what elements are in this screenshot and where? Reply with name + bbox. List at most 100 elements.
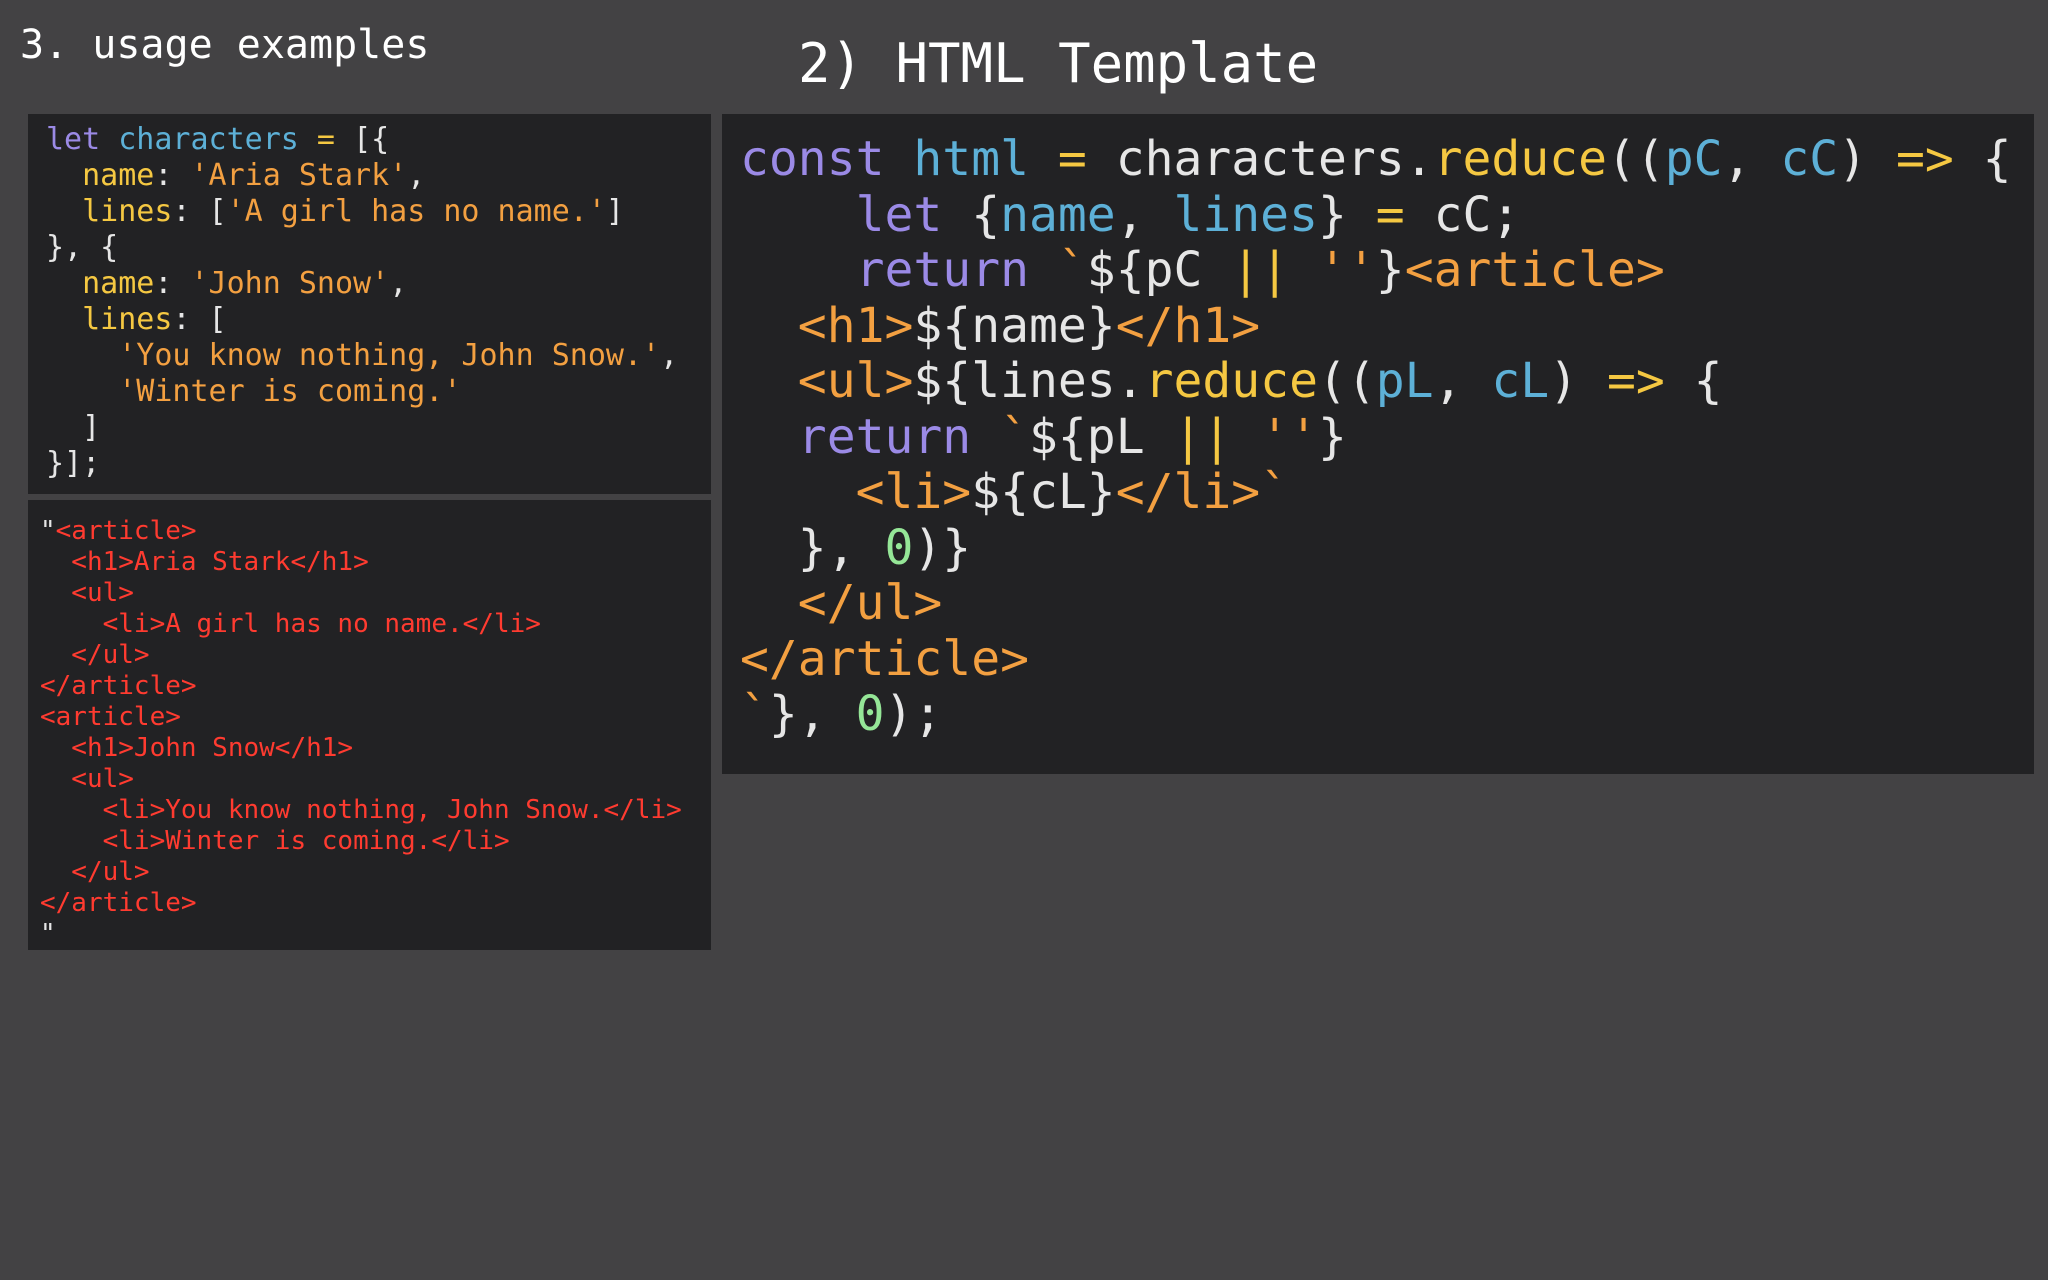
code-token: } — [1317, 186, 1376, 243]
code-token: </ul> — [40, 857, 150, 887]
code-token: 'You know nothing, John Snow.' — [46, 338, 661, 373]
code-token: }, — [740, 519, 885, 576]
code-token: ` — [740, 686, 769, 742]
code-token: }]; — [46, 446, 101, 481]
code-token: name — [46, 266, 155, 301]
code-token: , — [1433, 353, 1492, 409]
code-token: <h1>John Snow</h1> — [40, 733, 354, 763]
code-line: let {name, lines} = cC; — [740, 186, 2034, 244]
code-line: <li>You know nothing, John Snow.</li> — [40, 795, 711, 826]
code-token: cL — [1491, 353, 1550, 409]
code-token: : — [154, 266, 191, 301]
code-line: </ul> — [40, 640, 711, 671]
code-token: = — [1028, 131, 1116, 187]
code-line: </article> — [40, 888, 711, 919]
code-token: let — [46, 122, 119, 157]
code-token: return — [740, 408, 1001, 465]
code-token: ` — [1057, 242, 1087, 298]
code-line: <li>A girl has no name.</li> — [40, 609, 711, 640]
code-token: : [ — [172, 302, 227, 337]
code-line: lines: [ — [46, 302, 711, 338]
code-token: </ul> — [40, 640, 150, 670]
code-token: <h1>Aria Stark</h1> — [40, 547, 369, 577]
code-token: 'John Snow' — [190, 266, 390, 301]
code-line: <ul> — [40, 764, 711, 795]
code-token: </article> — [740, 630, 1029, 687]
code-token: let — [740, 186, 972, 243]
code-token: , — [389, 266, 408, 301]
code-line: " — [40, 919, 711, 950]
code-token: <li>A girl has no name.</li> — [40, 609, 541, 639]
code-token: cC; — [1404, 186, 1521, 243]
code-token: => — [1895, 131, 1954, 187]
code-line: `}, 0); — [740, 686, 2034, 743]
code-token: { — [971, 186, 1001, 243]
code-line: lines: ['A girl has no name.'] — [46, 194, 711, 230]
code-token: ) — [1838, 131, 1896, 187]
output-code-panel: "<article> <h1>Aria Stark</h1> <ul> <li>… — [28, 500, 711, 950]
code-line: <article> — [40, 702, 711, 733]
code-line: </article> — [740, 630, 2034, 688]
code-token: ${pC — [1086, 242, 1232, 298]
html-template-heading: 2) HTML Template — [798, 32, 1319, 95]
code-line: <h1>Aria Stark</h1> — [40, 547, 711, 578]
code-token: '' — [1260, 408, 1318, 465]
code-token: html — [913, 131, 1029, 187]
code-token: = — [298, 122, 354, 157]
code-token: ${pL — [1029, 408, 1174, 465]
code-token: } — [1375, 242, 1405, 298]
code-token: = — [1375, 186, 1405, 243]
code-token: 'Winter is coming.' — [46, 374, 462, 409]
code-token: )} — [913, 519, 972, 576]
code-line: let characters = [{ — [46, 122, 711, 158]
code-token: cC — [1780, 131, 1839, 187]
code-line: <ul>${lines.reduce((pL, cL) => { — [740, 353, 2034, 410]
code-token: </article> — [40, 671, 197, 701]
code-token: <article> — [55, 516, 197, 546]
code-token: '' — [1318, 242, 1376, 298]
code-token: <li>You know nothing, John Snow.</li> — [40, 795, 682, 825]
code-line: ] — [46, 410, 711, 446]
code-token: <li> — [740, 464, 972, 520]
code-token: " — [40, 919, 56, 949]
code-token: } — [1318, 408, 1347, 465]
code-token: , — [1115, 186, 1174, 243]
code-token: </li>` — [1115, 464, 1290, 520]
code-token: ${cL} — [971, 464, 1116, 520]
code-token: lines — [46, 194, 173, 229]
code-token: , — [660, 338, 679, 373]
code-line: return `${pC || ''}<article> — [740, 242, 2034, 299]
code-line: <li>Winter is coming.</li> — [40, 826, 711, 857]
code-token: pL — [1375, 353, 1434, 409]
code-token: </article> — [40, 888, 197, 918]
code-token: <ul> — [40, 764, 134, 794]
code-token: , — [1722, 131, 1781, 187]
code-token: [{ — [353, 122, 390, 157]
code-token: lines — [46, 302, 173, 337]
code-token: </ul> — [740, 575, 943, 631]
code-line: }]; — [46, 446, 711, 482]
code-token: </h1> — [1115, 297, 1261, 354]
code-line: name: 'Aria Stark', — [46, 158, 711, 194]
code-token: ) — [1549, 353, 1607, 409]
code-token: return — [740, 242, 1058, 298]
code-token: " — [40, 516, 56, 546]
code-token: 'A girl has no name.' — [226, 194, 606, 229]
code-token: (( — [1317, 353, 1376, 409]
code-line: <h1>${name}</h1> — [740, 297, 2034, 355]
code-token: reduce — [1144, 353, 1318, 409]
code-token: || — [1231, 242, 1290, 298]
code-token: reduce — [1433, 131, 1607, 187]
code-token: characters. — [1115, 131, 1434, 187]
code-token: <article> — [1404, 242, 1665, 298]
template-code-block: const html = characters.reduce((pC, cC) … — [740, 131, 2034, 743]
usage-examples-heading: 3. usage examples — [20, 22, 430, 68]
code-line: name: 'John Snow', — [46, 266, 711, 302]
code-line: "<article> — [40, 516, 711, 547]
code-line: <li>${cL}</li>` — [740, 464, 2034, 521]
code-token: <h1> — [740, 297, 914, 354]
code-token: ); — [884, 686, 943, 742]
code-line: </ul> — [40, 857, 711, 888]
